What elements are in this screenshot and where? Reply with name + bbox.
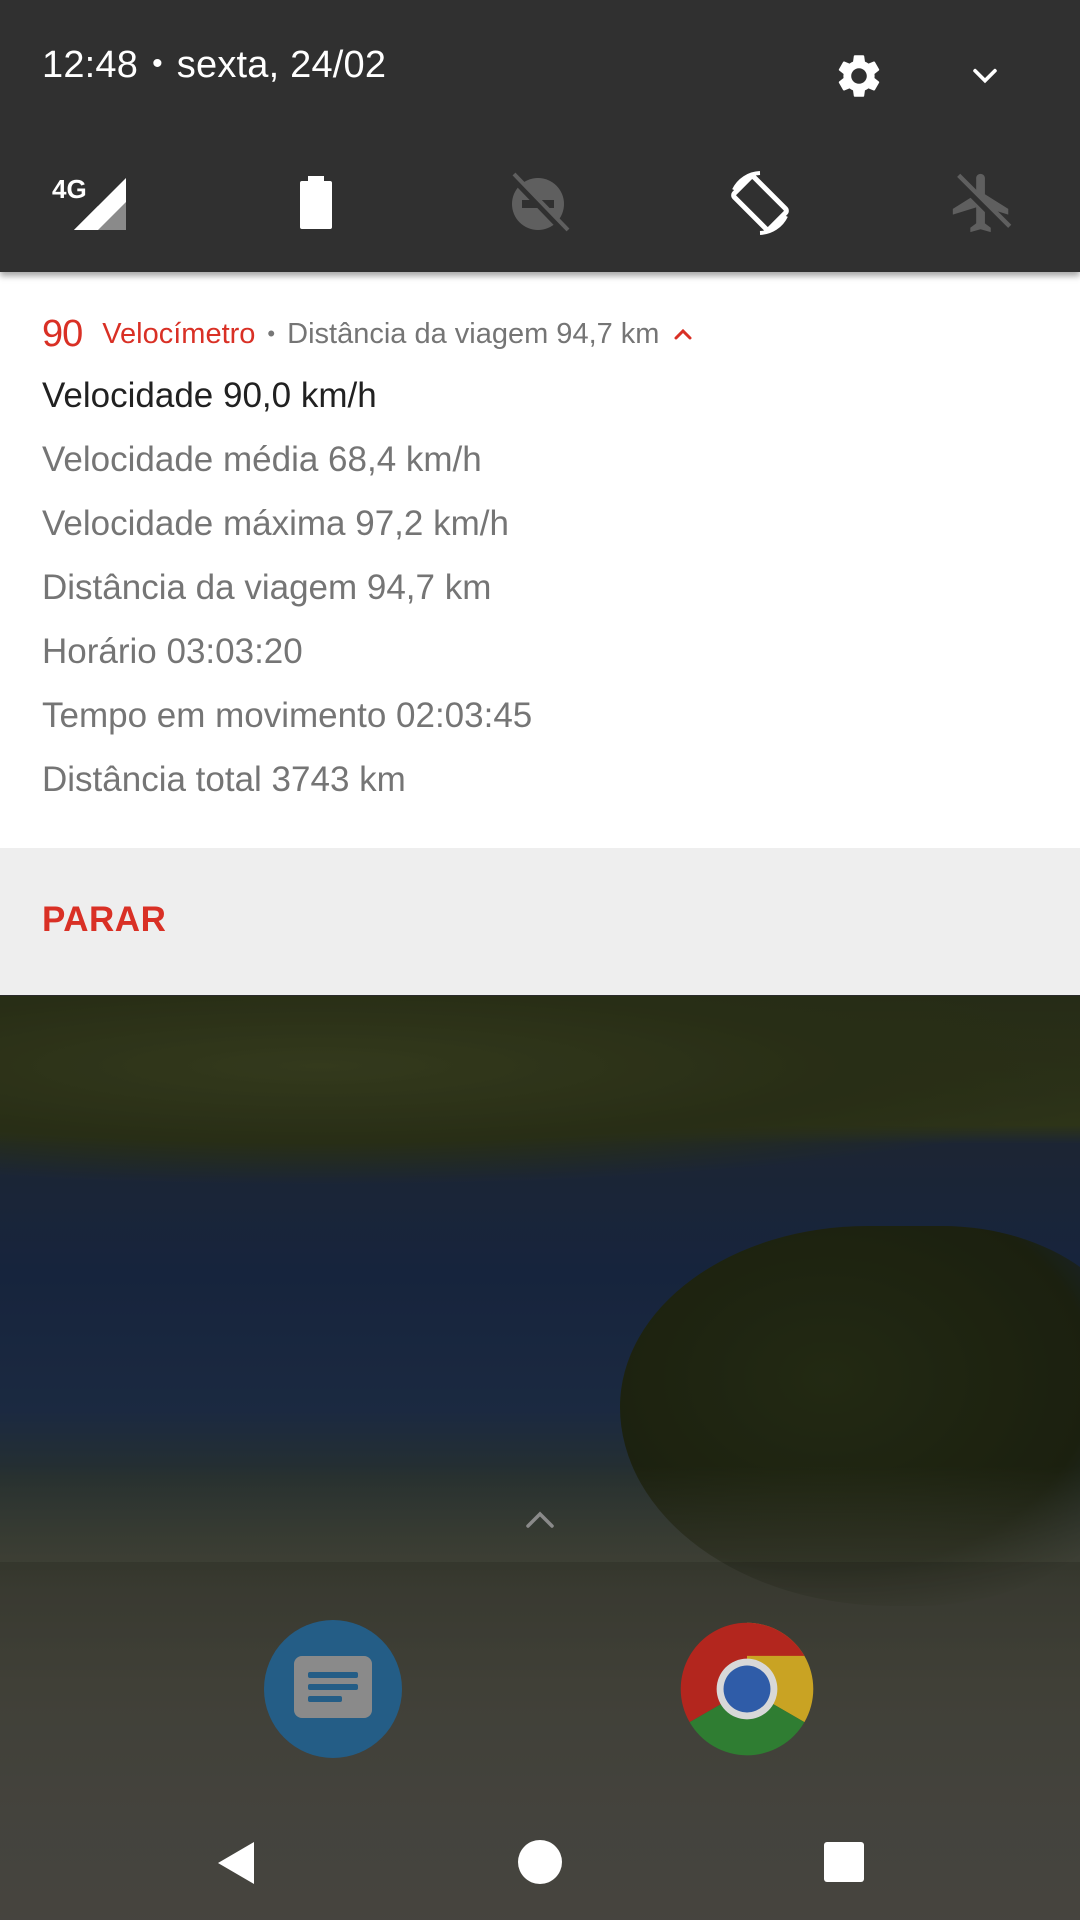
notification-detail-lines: Velocidade média 68,4 km/h Velocidade má… [42,440,532,824]
detail-moving-time: Tempo em movimento 02:03:45 [42,696,533,735]
clock-time: 12:48 [42,44,139,86]
back-icon[interactable] [214,1838,258,1888]
stop-button[interactable]: PARAR [42,900,166,940]
detail-average-speed: Velocidade média 68,4 km/h [42,440,482,479]
recents-icon[interactable] [824,1842,864,1882]
speedometer-notification[interactable]: 90 Velocímetro • Distância da viagem 94,… [0,272,1080,848]
clock-date: 12:48 • sexta, 24/02 [42,44,386,87]
navigation-bar [0,1812,1080,1920]
notification-actions: PARAR [0,848,1080,995]
notification-title: Velocidade 90,0 km/h [42,376,377,415]
auto-rotate-icon [731,171,789,235]
notification-header[interactable]: 90 Velocímetro • Distância da viagem 94,… [42,312,693,355]
tile-airplane-mode[interactable] [942,168,1022,238]
clock-separator: • [152,47,163,80]
chrome-app-icon[interactable] [678,1620,816,1758]
tile-battery[interactable] [276,168,356,238]
notification-header-separator: • [267,321,276,346]
home-icon[interactable] [518,1840,562,1884]
quick-settings-panel: 12:48 • sexta, 24/02 4G [0,0,1080,272]
airplane-mode-icon [952,173,1012,233]
clock-date-text: sexta, 24/02 [176,44,387,86]
app-drawer-handle-icon[interactable] [522,1508,558,1532]
detail-elapsed-time: Horário 03:03:20 [42,632,303,671]
detail-max-speed: Velocidade máxima 97,2 km/h [42,504,509,543]
collapse-caret-icon[interactable] [673,327,693,341]
do-not-disturb-off-icon [509,172,570,235]
tile-4g-label: 4G [52,174,87,204]
tile-do-not-disturb[interactable] [498,168,578,238]
detail-trip-distance: Distância da viagem 94,7 km [42,568,492,607]
notification-app-name: Velocímetro [102,317,256,350]
expand-chevron-icon[interactable] [966,58,1004,92]
battery-icon [300,176,332,229]
speed-status-icon: 90 [42,312,83,355]
settings-gear-icon[interactable] [833,50,885,102]
messages-app-icon[interactable] [264,1620,402,1758]
detail-total-distance: Distância total 3743 km [42,760,406,799]
tile-auto-rotate[interactable] [720,168,800,238]
notification-subtext: Distância da viagem 94,7 km [287,317,660,350]
